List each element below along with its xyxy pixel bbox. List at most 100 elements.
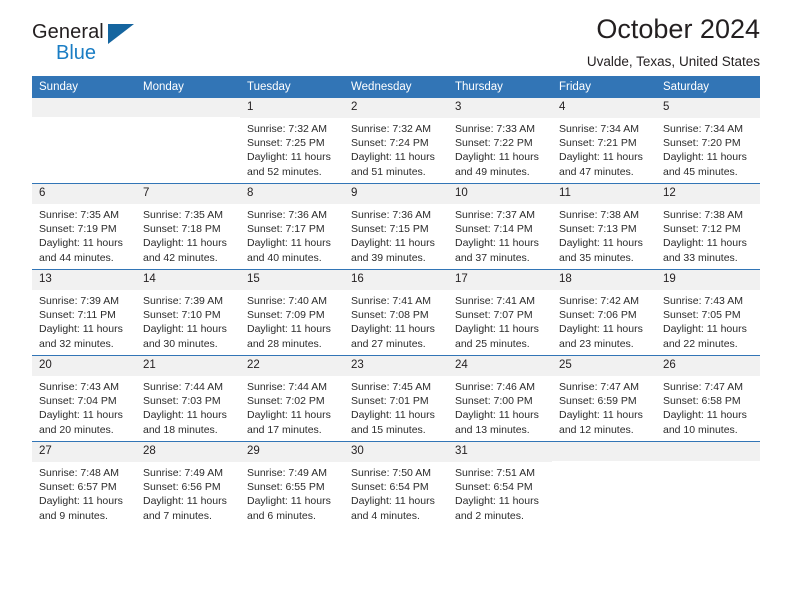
weekday-header-tuesday: Tuesday bbox=[240, 76, 344, 98]
sunrise-time: Sunrise: 7:36 AM bbox=[351, 209, 431, 221]
day-details: Sunrise: 7:38 AM Sunset: 7:12 PM Daylight:… bbox=[656, 204, 760, 265]
daylight-duration: Daylight: 11 hours and 49 minutes. bbox=[455, 151, 539, 178]
calendar-day-cell[interactable]: 8 Sunrise: 7:36 AM Sunset: 7:17 PM Daylight… bbox=[240, 183, 344, 270]
daylight-duration: Daylight: 11 hours and 17 minutes. bbox=[247, 409, 331, 436]
calendar-day-cell[interactable]: 2 Sunrise: 7:32 AM Sunset: 7:24 PM Daylight… bbox=[344, 98, 448, 184]
calendar-day-cell[interactable]: 5 Sunrise: 7:34 AM Sunset: 7:20 PM Daylight… bbox=[656, 98, 760, 184]
day-details: Sunrise: 7:36 AM Sunset: 7:15 PM Daylight:… bbox=[344, 204, 448, 265]
day-number: 7 bbox=[136, 184, 240, 204]
day-details: Sunrise: 7:47 AM Sunset: 6:59 PM Daylight:… bbox=[552, 376, 656, 437]
sunset-time: Sunset: 7:03 PM bbox=[143, 395, 221, 408]
calendar-day-cell[interactable]: 12 Sunrise: 7:38 AM Sunset: 7:12 PM Dayligh… bbox=[656, 183, 760, 270]
logo-text-blue: Blue bbox=[56, 42, 97, 64]
weekday-header-wednesday: Wednesday bbox=[344, 76, 448, 98]
sunset-time: Sunset: 7:11 PM bbox=[39, 309, 116, 322]
calendar-empty-cell bbox=[32, 98, 136, 184]
calendar-day-cell[interactable]: 1 Sunrise: 7:32 AM Sunset: 7:25 PM Daylight… bbox=[240, 98, 344, 184]
calendar-day-cell[interactable]: 3 Sunrise: 7:33 AM Sunset: 7:22 PM Daylight… bbox=[448, 98, 552, 184]
daylight-duration: Daylight: 11 hours and 51 minutes. bbox=[351, 151, 435, 178]
sunset-time: Sunset: 7:17 PM bbox=[247, 223, 325, 236]
day-number bbox=[656, 442, 760, 461]
daylight-duration: Daylight: 11 hours and 7 minutes. bbox=[143, 495, 227, 522]
calendar-day-cell[interactable]: 30 Sunrise: 7:50 AM Sunset: 6:54 PM Dayligh… bbox=[344, 441, 448, 527]
daylight-duration: Daylight: 11 hours and 44 minutes. bbox=[39, 237, 123, 264]
calendar-empty-cell bbox=[656, 441, 760, 527]
day-details: Sunrise: 7:34 AM Sunset: 7:20 PM Daylight:… bbox=[656, 118, 760, 179]
calendar-day-cell[interactable]: 18 Sunrise: 7:42 AM Sunset: 7:06 PM Dayligh… bbox=[552, 269, 656, 356]
day-number: 2 bbox=[344, 98, 448, 118]
day-number: 11 bbox=[552, 184, 656, 204]
calendar-body: 1 Sunrise: 7:32 AM Sunset: 7:25 PM Daylight… bbox=[32, 98, 760, 527]
day-details: Sunrise: 7:43 AM Sunset: 7:05 PM Daylight:… bbox=[656, 290, 760, 351]
day-details: Sunrise: 7:50 AM Sunset: 6:54 PM Daylight:… bbox=[344, 462, 448, 523]
sunset-time: Sunset: 7:09 PM bbox=[247, 309, 325, 322]
day-number: 10 bbox=[448, 184, 552, 204]
calendar-day-cell[interactable]: 13 Sunrise: 7:39 AM Sunset: 7:11 PM Dayligh… bbox=[32, 269, 136, 356]
sunset-time: Sunset: 7:19 PM bbox=[39, 223, 117, 236]
calendar-day-cell[interactable]: 9 Sunrise: 7:36 AM Sunset: 7:15 PM Daylight… bbox=[344, 183, 448, 270]
daylight-duration: Daylight: 11 hours and 47 minutes. bbox=[559, 151, 643, 178]
day-number bbox=[552, 442, 656, 461]
calendar-day-cell[interactable]: 24 Sunrise: 7:46 AM Sunset: 7:00 PM Dayligh… bbox=[448, 355, 552, 442]
sunrise-time: Sunrise: 7:35 AM bbox=[39, 209, 119, 221]
calendar-day-cell[interactable]: 25 Sunrise: 7:47 AM Sunset: 6:59 PM Dayligh… bbox=[552, 355, 656, 442]
sunset-time: Sunset: 6:56 PM bbox=[143, 481, 221, 494]
sunset-time: Sunset: 7:22 PM bbox=[455, 137, 533, 150]
day-number: 6 bbox=[32, 184, 136, 204]
daylight-duration: Daylight: 11 hours and 39 minutes. bbox=[351, 237, 435, 264]
calendar-day-cell[interactable]: 23 Sunrise: 7:45 AM Sunset: 7:01 PM Dayligh… bbox=[344, 355, 448, 442]
sunrise-time: Sunrise: 7:49 AM bbox=[143, 467, 223, 479]
sunset-time: Sunset: 7:02 PM bbox=[247, 395, 325, 408]
sunset-time: Sunset: 6:54 PM bbox=[351, 481, 429, 494]
sunrise-time: Sunrise: 7:32 AM bbox=[351, 123, 431, 135]
calendar-day-cell[interactable]: 27 Sunrise: 7:48 AM Sunset: 6:57 PM Dayligh… bbox=[32, 441, 136, 527]
calendar-day-cell[interactable]: 19 Sunrise: 7:43 AM Sunset: 7:05 PM Dayligh… bbox=[656, 269, 760, 356]
calendar-day-cell[interactable]: 22 Sunrise: 7:44 AM Sunset: 7:02 PM Dayligh… bbox=[240, 355, 344, 442]
day-number: 26 bbox=[656, 356, 760, 376]
calendar-day-cell[interactable]: 14 Sunrise: 7:39 AM Sunset: 7:10 PM Dayligh… bbox=[136, 269, 240, 356]
weekday-header-monday: Monday bbox=[136, 76, 240, 98]
sunrise-time: Sunrise: 7:40 AM bbox=[247, 295, 327, 307]
sunset-time: Sunset: 7:05 PM bbox=[663, 309, 741, 322]
calendar-day-cell[interactable]: 15 Sunrise: 7:40 AM Sunset: 7:09 PM Dayligh… bbox=[240, 269, 344, 356]
calendar-day-cell[interactable]: 21 Sunrise: 7:44 AM Sunset: 7:03 PM Dayligh… bbox=[136, 355, 240, 442]
sunset-time: Sunset: 6:58 PM bbox=[663, 395, 741, 408]
sunset-time: Sunset: 7:07 PM bbox=[455, 309, 533, 322]
daylight-duration: Daylight: 11 hours and 18 minutes. bbox=[143, 409, 227, 436]
sunrise-time: Sunrise: 7:33 AM bbox=[455, 123, 535, 135]
calendar-day-cell[interactable]: 28 Sunrise: 7:49 AM Sunset: 6:56 PM Dayligh… bbox=[136, 441, 240, 527]
general-blue-logo[interactable]: General Blue bbox=[32, 22, 152, 70]
daylight-duration: Daylight: 11 hours and 33 minutes. bbox=[663, 237, 747, 264]
calendar-day-cell[interactable]: 26 Sunrise: 7:47 AM Sunset: 6:58 PM Dayligh… bbox=[656, 355, 760, 442]
calendar-day-cell[interactable]: 31 Sunrise: 7:51 AM Sunset: 6:54 PM Dayligh… bbox=[448, 441, 552, 527]
day-number: 17 bbox=[448, 270, 552, 290]
calendar-day-cell[interactable]: 17 Sunrise: 7:41 AM Sunset: 7:07 PM Dayligh… bbox=[448, 269, 552, 356]
day-details: Sunrise: 7:33 AM Sunset: 7:22 PM Daylight:… bbox=[448, 118, 552, 179]
day-number: 27 bbox=[32, 442, 136, 462]
calendar-day-cell[interactable]: 7 Sunrise: 7:35 AM Sunset: 7:18 PM Daylight… bbox=[136, 183, 240, 270]
calendar-day-cell[interactable]: 10 Sunrise: 7:37 AM Sunset: 7:14 PM Dayligh… bbox=[448, 183, 552, 270]
triangle-icon bbox=[108, 24, 134, 44]
calendar-day-cell[interactable]: 11 Sunrise: 7:38 AM Sunset: 7:13 PM Dayligh… bbox=[552, 183, 656, 270]
day-details: Sunrise: 7:38 AM Sunset: 7:13 PM Daylight:… bbox=[552, 204, 656, 265]
sunrise-time: Sunrise: 7:42 AM bbox=[559, 295, 639, 307]
calendar-day-cell[interactable]: 4 Sunrise: 7:34 AM Sunset: 7:21 PM Daylight… bbox=[552, 98, 656, 184]
day-details: Sunrise: 7:39 AM Sunset: 7:11 PM Daylight:… bbox=[32, 290, 136, 351]
calendar-day-cell[interactable]: 6 Sunrise: 7:35 AM Sunset: 7:19 PM Daylight… bbox=[32, 183, 136, 270]
calendar-week-row: 27 Sunrise: 7:48 AM Sunset: 6:57 PM Dayligh… bbox=[32, 441, 760, 527]
calendar-day-cell[interactable]: 29 Sunrise: 7:49 AM Sunset: 6:55 PM Dayligh… bbox=[240, 441, 344, 527]
day-details: Sunrise: 7:49 AM Sunset: 6:56 PM Daylight:… bbox=[136, 462, 240, 523]
sunrise-time: Sunrise: 7:45 AM bbox=[351, 381, 431, 393]
sunset-time: Sunset: 7:10 PM bbox=[143, 309, 221, 322]
calendar-day-cell[interactable]: 20 Sunrise: 7:43 AM Sunset: 7:04 PM Dayligh… bbox=[32, 355, 136, 442]
daylight-duration: Daylight: 11 hours and 35 minutes. bbox=[559, 237, 643, 264]
daylight-duration: Daylight: 11 hours and 10 minutes. bbox=[663, 409, 747, 436]
day-number: 23 bbox=[344, 356, 448, 376]
day-number: 13 bbox=[32, 270, 136, 290]
sunset-time: Sunset: 6:57 PM bbox=[39, 481, 117, 494]
day-number: 21 bbox=[136, 356, 240, 376]
calendar-day-cell[interactable]: 16 Sunrise: 7:41 AM Sunset: 7:08 PM Dayligh… bbox=[344, 269, 448, 356]
day-number: 1 bbox=[240, 98, 344, 118]
day-number: 18 bbox=[552, 270, 656, 290]
calendar-week-row: 6 Sunrise: 7:35 AM Sunset: 7:19 PM Daylight… bbox=[32, 183, 760, 270]
